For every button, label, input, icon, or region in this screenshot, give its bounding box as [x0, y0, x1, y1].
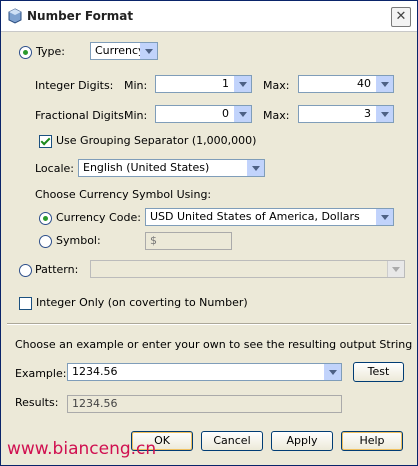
results-field: 1234.56 — [67, 395, 342, 413]
type-select-value: Currency — [95, 44, 145, 57]
chevron-down-icon — [376, 209, 393, 225]
type-select[interactable]: Currency — [90, 42, 158, 60]
chevron-down-icon — [140, 43, 157, 59]
chevron-down-icon[interactable] — [376, 76, 393, 92]
fractional-max-label: Max: — [263, 109, 290, 122]
title-bar: Number Format ✕ — [1, 1, 417, 32]
integer-max-label: Max: — [263, 79, 290, 92]
test-button[interactable]: Test — [353, 362, 404, 382]
chevron-down-icon[interactable] — [376, 106, 393, 122]
chevron-down-icon[interactable] — [234, 76, 251, 92]
grouping-label: Use Grouping Separator (1,000,000) — [56, 134, 257, 147]
window-title: Number Format — [27, 9, 134, 23]
chevron-down-icon — [387, 261, 404, 277]
close-icon: ✕ — [395, 9, 407, 24]
number-format-dialog: Number Format ✕ Type: Currency Integer D… — [0, 0, 418, 466]
locale-select[interactable]: English (United States) — [78, 159, 265, 177]
locale-select-value: English (United States) — [83, 161, 210, 174]
example-value: 1234.56 — [72, 365, 118, 378]
integer-digits-label: Integer Digits: — [35, 79, 114, 92]
grouping-checkbox[interactable] — [39, 135, 52, 148]
close-button[interactable]: ✕ — [391, 7, 411, 27]
integer-only-label: Integer Only (on coverting to Number) — [36, 296, 248, 309]
fractional-max-value: 3 — [364, 107, 371, 120]
chevron-down-icon[interactable] — [234, 106, 251, 122]
watermark-text: www.bianceng.cn — [7, 439, 157, 459]
locale-label: Locale: — [35, 162, 74, 175]
example-label: Example: — [15, 367, 67, 380]
currency-symbol-heading: Choose Currency Symbol Using: — [35, 188, 212, 201]
results-value: 1234.56 — [72, 397, 118, 410]
integer-min-value: 1 — [222, 77, 229, 90]
integer-min-label: Min: — [124, 79, 148, 92]
currency-code-select[interactable]: USD United States of America, Dollars — [145, 208, 394, 226]
results-label: Results: — [15, 396, 59, 409]
cancel-button[interactable]: Cancel — [201, 431, 263, 451]
section-divider — [7, 323, 411, 325]
example-select[interactable]: 1234.56 — [67, 363, 342, 381]
symbol-value: $ — [150, 234, 157, 247]
example-hint: Choose an example or enter your own to s… — [15, 338, 413, 351]
integer-max-spinner[interactable]: 40 — [298, 75, 394, 93]
currency-code-radio[interactable] — [39, 212, 52, 225]
help-button[interactable]: Help — [341, 431, 403, 451]
integer-min-spinner[interactable]: 1 — [155, 75, 252, 93]
app-icon — [8, 8, 22, 24]
fractional-max-spinner[interactable]: 3 — [298, 105, 394, 123]
currency-code-label: Currency Code: — [56, 211, 141, 224]
type-radio[interactable] — [19, 46, 32, 59]
symbol-radio[interactable] — [39, 235, 52, 248]
fractional-min-spinner[interactable]: 0 — [155, 105, 252, 123]
type-label: Type: — [36, 45, 65, 58]
symbol-field[interactable]: $ — [145, 232, 232, 250]
apply-button[interactable]: Apply — [271, 431, 333, 451]
pattern-select[interactable] — [90, 260, 405, 278]
integer-only-checkbox[interactable] — [19, 297, 32, 310]
currency-code-value: USD United States of America, Dollars — [150, 210, 360, 223]
pattern-label: Pattern: — [35, 263, 79, 276]
chevron-down-icon — [247, 160, 264, 176]
symbol-label: Symbol: — [56, 234, 101, 247]
chevron-down-icon — [324, 364, 341, 380]
fractional-min-label: Min: — [124, 109, 148, 122]
fractional-min-value: 0 — [222, 107, 229, 120]
integer-max-value: 40 — [357, 77, 371, 90]
pattern-radio[interactable] — [19, 264, 32, 277]
fractional-digits-label: Fractional Digits: — [35, 109, 128, 122]
